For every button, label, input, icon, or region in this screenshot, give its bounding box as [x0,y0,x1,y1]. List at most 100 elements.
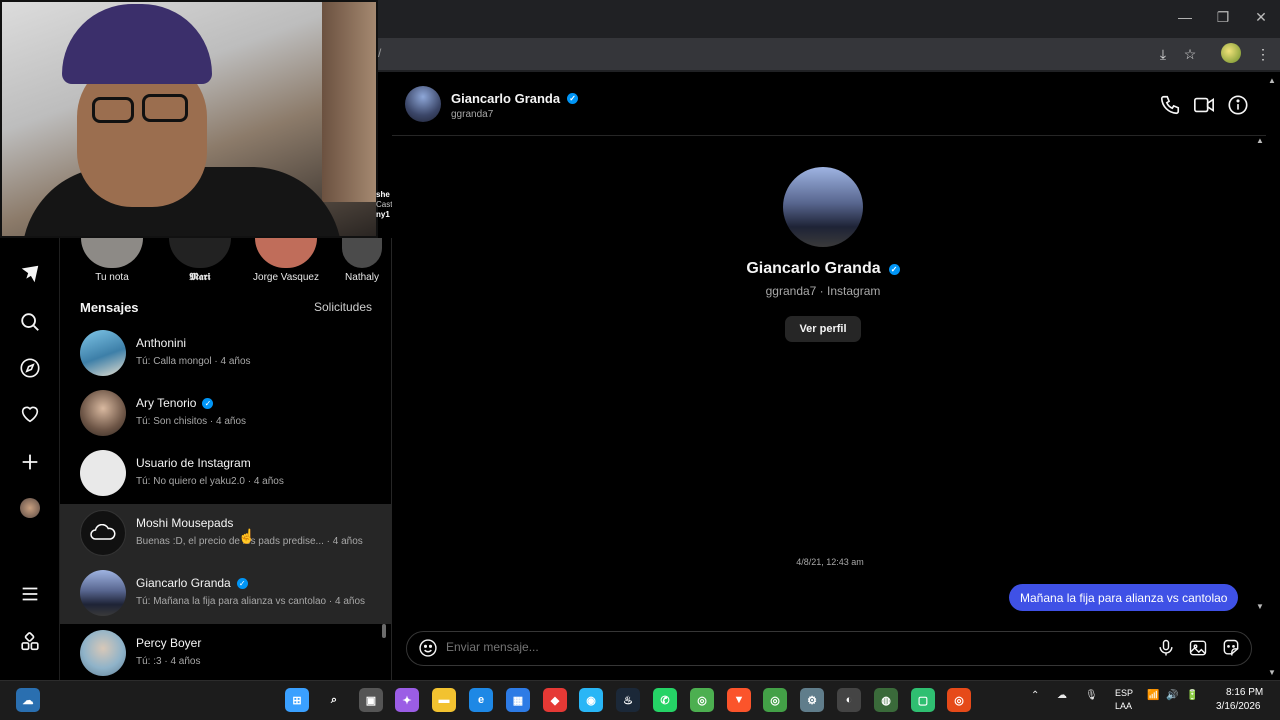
apps-icon[interactable] [14,626,46,658]
conversation-name: Usuario de Instagram [136,456,251,470]
note-item[interactable]: Nathaly [333,238,391,283]
taskbar-chrome-2-icon[interactable]: ◎ [947,688,971,712]
conversation-avatar [80,330,126,376]
taskbar-app-red-icon[interactable]: ◆ [543,688,567,712]
conversation-item[interactable]: Moshi Mousepads Buenas :D, el precio de … [60,504,391,564]
browser-tabstrip [378,0,1278,36]
install-app-icon[interactable]: ⤓ [1153,44,1173,64]
bookmark-star-icon[interactable]: ☆ [1180,44,1200,64]
browser-profile-avatar[interactable] [1221,43,1241,63]
note-overflow-line: she [376,190,390,199]
clock-date[interactable]: 3/16/2026 [1216,701,1261,712]
tray-overflow-icon[interactable]: ⌃ [1031,690,1039,701]
note-overflow-line: ny1 [376,210,390,219]
conversation-item[interactable]: Percy Boyer Tú: :3 · 4 años [60,624,391,680]
taskbar-chrome-icon[interactable]: ◎ [763,688,787,712]
emoji-icon[interactable] [418,638,438,658]
chat-scrollbar[interactable]: ▲ ▼ [1256,136,1266,616]
conversation-item[interactable]: Ary Tenorio ✓ Tú: Son chisitos · 4 años [60,384,391,444]
image-icon[interactable] [1188,638,1208,658]
wifi-icon[interactable]: 📶 [1147,690,1159,701]
taskbar-app-spin-icon[interactable]: ◐ [837,688,861,712]
note-item[interactable]: Tu nota [72,238,152,283]
phone-call-icon[interactable] [1159,94,1181,116]
taskbar-file-explorer-icon[interactable]: ▬ [432,688,456,712]
chat-header-avatar[interactable] [405,86,441,122]
webcam-person-cap [62,4,212,84]
onedrive-icon[interactable]: ☁ [1057,690,1067,701]
minimize-button[interactable]: — [1166,0,1204,34]
page-scroll-down-arrow-icon[interactable]: ▼ [1268,668,1276,677]
restore-button[interactable]: ❐ [1204,0,1242,34]
taskbar-app-blue-icon[interactable]: ◉ [579,688,603,712]
menu-icon[interactable] [14,578,46,610]
taskbar-app-globe-icon[interactable]: ◍ [874,688,898,712]
chat-header-name-text: Giancarlo Granda [451,91,561,106]
search-icon[interactable] [14,306,46,338]
video-call-icon[interactable] [1193,94,1215,116]
message-timestamp: 4/8/21, 12:43 am [796,557,864,567]
conversation-preview: Tú: Mañana la fija para alianza vs canto… [136,596,366,607]
conversation-item[interactable]: Usuario de Instagram Tú: No quiero el ya… [60,444,391,504]
sent-message-bubble[interactable]: Mañana la fija para alianza vs cantolao [1009,584,1239,611]
requests-link[interactable]: Solicitudes [314,300,372,314]
conversation-item[interactable]: Anthonini Tú: Calla mongol · 4 años [60,324,391,384]
messages-title: Mensajes [80,300,139,315]
conversation-name: Moshi Mousepads [136,516,233,530]
chat-header-username: ggranda7 [451,109,494,120]
taskbar-copilot-icon[interactable]: ✦ [395,688,419,712]
address-bar[interactable]: / [378,38,1280,70]
mouse-cursor-icon: ☝ [238,528,256,544]
taskbar-whatsapp-icon[interactable]: ✆ [653,688,677,712]
taskbar-task-view-icon[interactable]: ▣ [359,688,383,712]
taskbar-search-icon[interactable]: ⌕ [322,688,346,712]
language-indicator[interactable]: ESP [1115,688,1133,698]
chat-profile-avatar[interactable] [783,167,863,247]
taskbar-settings-icon[interactable]: ⚙ [800,688,824,712]
webcam-overlay [0,0,378,238]
compass-icon[interactable] [14,352,46,384]
chat-profile-name-text: Giancarlo Granda [746,260,881,277]
profile-avatar[interactable] [14,492,46,524]
sticker-icon[interactable] [1221,638,1241,658]
scroll-up-arrow-icon[interactable]: ▲ [1256,136,1264,145]
conversation-preview: Tú: Calla mongol · 4 años [136,356,251,367]
note-label: Jorge Vasquez [253,272,319,283]
taskbar-edge-icon[interactable]: e [469,688,493,712]
heart-icon[interactable] [14,398,46,430]
close-window-button[interactable]: ✕ [1242,0,1280,34]
taskbar-windows-start-icon[interactable]: ⊞ [285,688,309,712]
info-icon[interactable] [1227,94,1249,116]
conversations-scrollbar[interactable] [382,624,386,638]
page-scroll-up-arrow-icon[interactable]: ▲ [1268,76,1276,85]
browser-menu-icon[interactable]: ⋮ [1253,44,1273,64]
threads-icon[interactable] [14,258,46,290]
note-avatar [255,238,317,268]
keyboard-layout-indicator[interactable]: LAA [1115,701,1132,711]
taskbar-store-icon[interactable]: ▦ [506,688,530,712]
taskbar-chrome-active-icon[interactable]: ◎ [690,688,714,712]
conversation-preview: Tú: Son chisitos · 4 años [136,416,247,427]
plus-icon[interactable] [14,446,46,478]
volume-icon[interactable]: 🔊 [1166,690,1178,701]
message-input[interactable] [446,640,1046,654]
taskbar-brave-icon[interactable]: ▼ [727,688,751,712]
conversation-item-selected[interactable]: Giancarlo Granda ✓ Tú: Mañana la fija par… [60,564,391,624]
clock-time[interactable]: 8:16 PM [1226,687,1263,698]
battery-icon[interactable]: 🔋 [1186,690,1198,701]
scroll-down-arrow-icon[interactable]: ▼ [1256,602,1264,611]
taskbar-steam-icon[interactable]: ♨ [616,688,640,712]
note-item[interactable]: 𝕸𝖆𝖗𝖎 [160,238,240,283]
note-avatar [169,238,231,268]
microphone-icon[interactable] [1156,638,1176,658]
verified-badge-icon: ✓ [567,93,579,104]
weather-widget-icon[interactable]: ☁ [16,688,40,712]
webcam-glasses-right [142,94,188,122]
chat-header-name[interactable]: Giancarlo Granda ✓ [451,91,579,106]
conversation-avatar [80,510,126,556]
taskbar-app-green-icon[interactable]: ▢ [911,688,935,712]
tray-mic-icon[interactable]: 🎙 [1085,690,1098,701]
conversation-name-text: Moshi Mousepads [136,516,234,530]
note-item[interactable]: Jorge Vasquez [246,238,326,283]
view-profile-button[interactable]: Ver perfil [785,316,861,342]
